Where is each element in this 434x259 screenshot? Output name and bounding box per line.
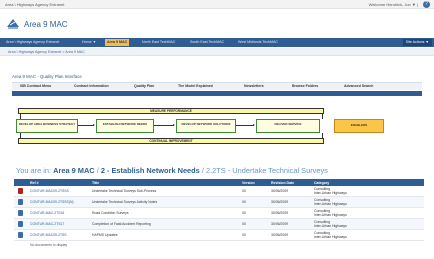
documents-table: Ref # Title Version Revision Date Catego…	[14, 179, 424, 248]
location-separator: /	[201, 166, 204, 175]
table-row[interactable]: CONTUR-MAC-2TS17 Completion of Fatal Acc…	[14, 219, 424, 230]
document-date: 30/06/2009	[271, 189, 288, 193]
pdf-icon	[18, 188, 23, 194]
document-title: Undertake Technical Surveys Activity Not…	[92, 200, 158, 204]
word-icon	[18, 232, 23, 238]
document-category: Consulting Inter-Urban Highways	[314, 231, 347, 239]
table-row[interactable]: CONTUR-MAC09-2TSSS Undertake Technical S…	[14, 186, 424, 197]
subtab-quality-plan[interactable]: Quality Plan	[134, 84, 154, 88]
category-line: Inter-Urban Highways	[314, 202, 347, 207]
process-diagram: MEASURE PERFORMANCE DEVELOP AREA BUSINES…	[12, 100, 422, 156]
document-ref-link[interactable]: CONTUR-MAC-2TS17	[30, 222, 64, 226]
document-ref-link[interactable]: CONTUR-MAC09-2TSS	[30, 233, 67, 237]
section-divider	[12, 91, 422, 96]
subtab-bar: ISB Contract Menu Contract Information Q…	[12, 82, 422, 90]
location-separator: /	[96, 166, 99, 175]
column-header-title[interactable]: Title	[92, 181, 99, 185]
column-header-version[interactable]: Version	[242, 181, 255, 185]
document-ref-link[interactable]: CONTUR-MAC-2TS16	[30, 211, 64, 215]
breadcrumb: Area \ Highways Agency Extranet > Area 9…	[0, 48, 434, 56]
subtab-advanced-search[interactable]: Advanced Search	[344, 84, 373, 88]
step-establish-network-needs[interactable]: ESTABLISH NETWORK NEEDS	[96, 119, 154, 133]
document-version: 00	[242, 222, 246, 226]
table-row[interactable]: CONTUR-MAC09-2TSS HAPMS Updates 00 30/06…	[14, 230, 424, 241]
location-area[interactable]: Area 9 MAC	[53, 166, 94, 175]
continual-improvement-bar[interactable]: CONTINUAL IMPROVEMENT	[18, 138, 324, 144]
document-ref-link[interactable]: CONTUR-MAC09-2TSSS	[30, 189, 69, 193]
document-date: 30/06/2009	[271, 211, 288, 215]
location-subprocess: 2.2TS - Undertake Technical Surveys	[205, 166, 328, 175]
step-deliver-service[interactable]: DELIVER SERVICE	[256, 119, 320, 133]
word-icon	[18, 199, 23, 205]
welcome-menu[interactable]: Welcome Hendrick, Jon ▼ |	[369, 2, 418, 7]
site-actions-button[interactable]: Site Actions ▼	[402, 39, 432, 46]
document-title: Completion of Fatal Accident Reporting	[92, 222, 151, 226]
step-enablers[interactable]: ENABLERS	[334, 119, 384, 133]
document-version: 00	[242, 189, 246, 193]
flow-arrow	[78, 124, 95, 126]
document-version: 00	[242, 200, 246, 204]
subtab-model-explained[interactable]: The Model Explained	[178, 84, 213, 88]
document-version: 00	[242, 233, 246, 237]
location-prefix: You are in:	[16, 166, 52, 175]
document-version: 00	[242, 211, 246, 215]
top-navigation: Area \ Highways Agency Extranet Home ▼ A…	[0, 38, 434, 47]
column-header-revision-date[interactable]: Revision Date	[271, 181, 294, 185]
document-title: HAPMS Updates	[92, 233, 118, 237]
connector-line	[322, 114, 323, 119]
column-header-ref[interactable]: Ref #	[30, 181, 39, 185]
column-header-category[interactable]: Category	[314, 181, 329, 185]
help-icon[interactable]: ?	[423, 1, 430, 8]
nav-tab-north-east[interactable]: North East TechMAC	[140, 39, 178, 46]
category-line: Inter-Urban Highways	[314, 213, 347, 218]
site-header: Area 9 MAC	[0, 10, 434, 38]
category-line: Inter-Urban Highways	[314, 191, 347, 196]
category-line: Inter-Urban Highways	[314, 224, 347, 229]
measure-performance-bar[interactable]: MEASURE PERFORMANCE	[18, 108, 324, 114]
table-row[interactable]: CONTUR-MAC09-2TSSS(N) Undertake Technica…	[14, 197, 424, 208]
document-category: Consulting Inter-Urban Highways	[314, 220, 347, 228]
document-category: Consulting Inter-Urban Highways	[314, 198, 347, 206]
document-title: Road Condition Surveys	[92, 211, 129, 215]
subtab-isb-contract-menu[interactable]: ISB Contract Menu	[20, 84, 51, 88]
location-section[interactable]: 2 - Establish Network Needs	[101, 166, 200, 175]
site-title: Area 9 MAC	[24, 20, 68, 29]
site-link[interactable]: Area \ Highways Agency Extranet	[5, 2, 64, 7]
word-icon	[18, 210, 23, 216]
nav-tab-south-east[interactable]: South East TechMAC	[188, 39, 226, 46]
table-header: Ref # Title Version Revision Date Catego…	[14, 179, 424, 186]
document-ref-link[interactable]: CONTUR-MAC09-2TSSS(N)	[30, 200, 74, 204]
category-line: Inter-Urban Highways	[314, 235, 347, 240]
top-utility-bar: Area \ Highways Agency Extranet Welcome …	[0, 0, 434, 9]
nav-tab-home[interactable]: Home ▼	[80, 39, 98, 46]
subtab-contract-information[interactable]: Contract Information	[74, 84, 109, 88]
step-develop-network-solutions[interactable]: DEVELOP NETWORK SOLUTIONS	[176, 119, 236, 133]
document-category: Consulting Inter-Urban Highways	[314, 187, 347, 195]
page-title: Area 9 MAC - Quality Plan Interface	[12, 74, 82, 79]
nav-tab-extranet[interactable]: Area \ Highways Agency Extranet	[4, 39, 61, 46]
document-category: Consulting Inter-Urban Highways	[314, 209, 347, 217]
breadcrumb-text[interactable]: Area \ Highways Agency Extranet > Area 9…	[8, 50, 85, 54]
document-date: 30/06/2009	[271, 233, 288, 237]
location-path: You are in: Area 9 MAC / 2 - Establish N…	[16, 166, 328, 175]
flow-arrow	[154, 124, 175, 126]
step-develop-area-business-strategy[interactable]: DEVELOP AREA BUSINESS STRATEGY	[16, 119, 78, 133]
site-logo-icon	[7, 19, 19, 29]
nav-tab-west-midlands[interactable]: West Midlands TechMAC	[236, 39, 280, 46]
document-date: 30/06/2009	[271, 222, 288, 226]
subtab-newsletters[interactable]: Newsletters	[244, 84, 264, 88]
flow-arrow	[236, 124, 255, 126]
word-icon	[18, 221, 23, 227]
subtab-browse-folders[interactable]: Browse Folders	[292, 84, 318, 88]
nav-tab-area9[interactable]: Area 9 MAC	[105, 39, 130, 46]
table-row[interactable]: CONTUR-MAC-2TS16 Road Condition Surveys …	[14, 208, 424, 219]
document-date: 30/06/2009	[271, 200, 288, 204]
empty-state-text: No documents to display	[30, 242, 68, 247]
document-title: Undertake Technical Surveys Sub-Process	[92, 189, 157, 193]
